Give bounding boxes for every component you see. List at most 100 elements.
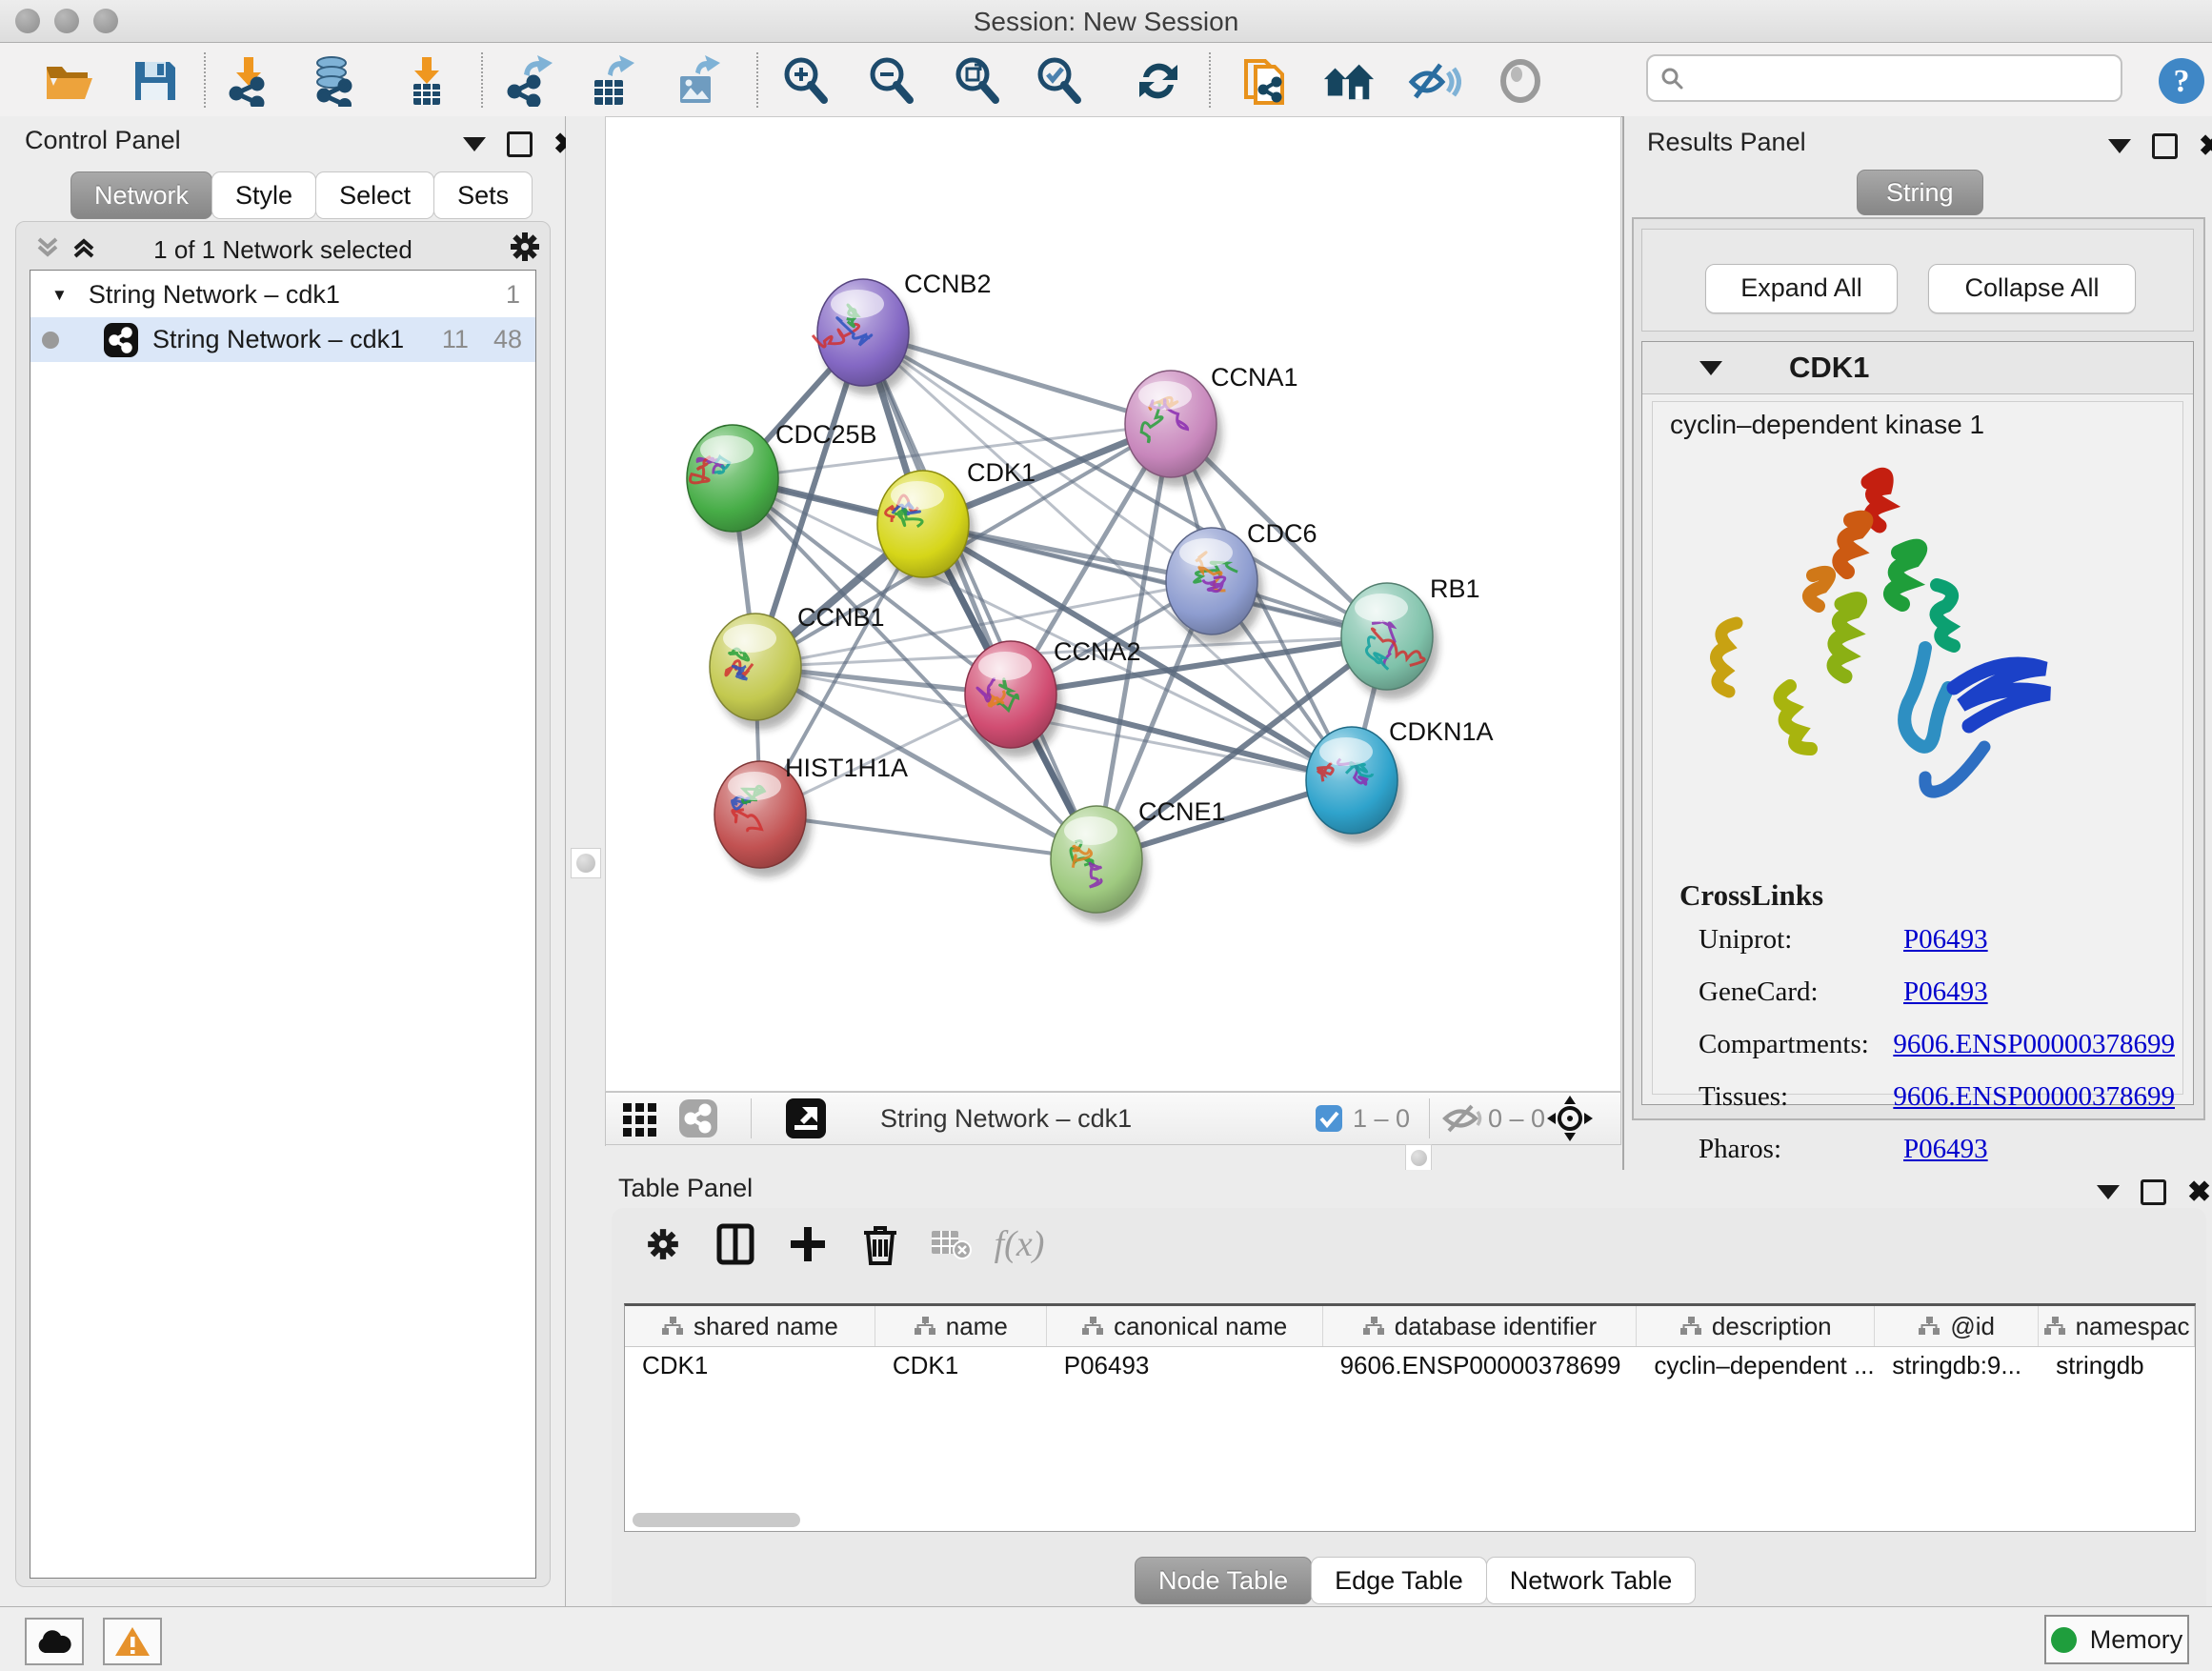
- node-CDC25B[interactable]: CDC25B: [687, 420, 877, 541]
- node-CDKN1A[interactable]: CDKN1A: [1306, 717, 1494, 843]
- maximize-panel-icon[interactable]: [2141, 1179, 2166, 1205]
- protein-structure-image: [1699, 461, 2099, 842]
- left-splitter[interactable]: [566, 116, 606, 1170]
- cell-shared-name[interactable]: CDK1: [625, 1351, 875, 1380]
- node-label-CCNA2: CCNA2: [1054, 637, 1141, 666]
- column-header-@id[interactable]: @id: [1875, 1306, 2039, 1346]
- column-header-canonical-name[interactable]: canonical name: [1047, 1306, 1323, 1346]
- tab-string[interactable]: String: [1857, 170, 1983, 215]
- node-CDK1[interactable]: CDK1: [877, 458, 1036, 587]
- collapse-all-button[interactable]: Collapse All: [1928, 264, 2136, 313]
- network-canvas[interactable]: CCNB2CCNA1CDC25BCDK1CDC6RB1CCNB1CCNA2CDK…: [605, 116, 1621, 1092]
- tab-network[interactable]: Network: [70, 171, 212, 219]
- detach-view-icon[interactable]: [785, 1093, 827, 1144]
- import-network-icon[interactable]: [221, 54, 274, 108]
- cell-database-identifier[interactable]: 9606.ENSP00000378699: [1323, 1351, 1638, 1380]
- section-collapse-icon[interactable]: [1699, 361, 1722, 375]
- horizontal-splitter-handle[interactable]: [1405, 1144, 1432, 1171]
- hide-selection-icon[interactable]: [1408, 54, 1461, 108]
- network-options-gear-icon[interactable]: [508, 230, 542, 264]
- node-RB1[interactable]: RB1: [1341, 574, 1480, 699]
- cell-@id[interactable]: stringdb:9...: [1875, 1351, 2039, 1380]
- node-CCNB2[interactable]: CCNB2: [813, 270, 991, 395]
- birds-eye-crosshair-icon[interactable]: [1547, 1093, 1593, 1144]
- network-selection-summary: 1 of 1 Network selected: [16, 235, 550, 265]
- show-columns-icon[interactable]: [707, 1219, 764, 1269]
- crosslink-value[interactable]: 9606.ENSP00000378699: [1893, 1081, 2175, 1113]
- network-row-selected[interactable]: String Network – cdk1 11 48: [30, 317, 535, 362]
- column-header-name[interactable]: name: [875, 1306, 1047, 1346]
- float-panel-icon[interactable]: [2108, 139, 2131, 153]
- close-panel-icon[interactable]: ✖: [2199, 137, 2212, 156]
- crosslink-value[interactable]: P06493: [1903, 924, 1988, 956]
- export-image-icon[interactable]: [671, 54, 724, 108]
- cell-name[interactable]: CDK1: [875, 1351, 1047, 1380]
- import-table-icon[interactable]: [400, 54, 453, 108]
- cdk1-section-header[interactable]: CDK1: [1642, 342, 2193, 394]
- cell-canonical-name[interactable]: P06493: [1047, 1351, 1323, 1380]
- float-panel-icon[interactable]: [2097, 1185, 2120, 1199]
- title-bar: Session: New Session: [0, 0, 2212, 43]
- export-table-icon[interactable]: [585, 54, 638, 108]
- crosslink-value[interactable]: P06493: [1903, 1134, 1988, 1165]
- export-network-icon[interactable]: [503, 54, 556, 108]
- column-header-namespac[interactable]: namespac: [2039, 1306, 2195, 1346]
- tab-select[interactable]: Select: [315, 171, 434, 219]
- crosslink-value[interactable]: P06493: [1903, 976, 1988, 1008]
- tab-style[interactable]: Style: [211, 171, 316, 219]
- clone-network-icon[interactable]: [1238, 54, 1292, 108]
- tab-node-table[interactable]: Node Table: [1135, 1557, 1312, 1604]
- home-networks-icon[interactable]: [1322, 54, 1376, 108]
- table-hscrollbar[interactable]: [633, 1513, 800, 1527]
- left-splitter-handle[interactable]: [571, 848, 601, 878]
- zoom-in-icon[interactable]: [779, 54, 833, 108]
- search-input[interactable]: [1646, 54, 2122, 102]
- maximize-panel-icon[interactable]: [507, 131, 533, 157]
- help-icon[interactable]: ?: [2155, 54, 2208, 108]
- crosslink-value[interactable]: 9606.ENSP00000378699: [1893, 1029, 2175, 1060]
- cell-namespac[interactable]: stringdb: [2039, 1351, 2195, 1380]
- cell-description[interactable]: cyclin–dependent ...: [1637, 1351, 1875, 1380]
- string-view-icon[interactable]: [678, 1093, 718, 1144]
- import-database-icon[interactable]: [307, 54, 360, 108]
- zoom-selected-icon[interactable]: [1033, 54, 1086, 108]
- node-label-CCNB2: CCNB2: [904, 270, 992, 298]
- tab-network-table[interactable]: Network Table: [1486, 1557, 1697, 1604]
- node-CCNB1[interactable]: CCNB1: [710, 603, 885, 730]
- node-table[interactable]: shared namenamecanonical namedatabase id…: [624, 1303, 2196, 1532]
- refresh-icon[interactable]: [1132, 54, 1185, 108]
- cloud-button[interactable]: [25, 1618, 84, 1665]
- tree-expand-icon[interactable]: ▼: [51, 286, 68, 305]
- save-icon[interactable]: [128, 54, 181, 108]
- tab-edge-table[interactable]: Edge Table: [1311, 1557, 1487, 1604]
- show-selection-icon[interactable]: [1494, 54, 1547, 108]
- maximize-panel-icon[interactable]: [2152, 133, 2178, 159]
- node-HIST1H1A[interactable]: HIST1H1A: [714, 754, 908, 877]
- zoom-fit-icon[interactable]: [951, 54, 1004, 108]
- zoom-out-icon[interactable]: [865, 54, 918, 108]
- node-CCNA1[interactable]: CCNA1: [1125, 363, 1298, 487]
- memory-button[interactable]: Memory: [2044, 1615, 2189, 1664]
- grid-view-icon[interactable]: [621, 1093, 659, 1144]
- delete-column-icon[interactable]: [852, 1219, 909, 1269]
- node-CCNE1[interactable]: CCNE1: [1051, 797, 1226, 922]
- add-column-icon[interactable]: [779, 1219, 836, 1269]
- node-label-CCNE1: CCNE1: [1138, 797, 1226, 826]
- network-tab-content: 1 of 1 Network selected ▼ String Network…: [15, 221, 551, 1587]
- open-folder-icon[interactable]: [42, 54, 95, 108]
- warnings-button[interactable]: [103, 1618, 162, 1665]
- tab-sets[interactable]: Sets: [433, 171, 533, 219]
- column-header-shared-name[interactable]: shared name: [625, 1306, 875, 1346]
- table-row[interactable]: CDK1CDK1P064939606.ENSP00000378699cyclin…: [625, 1347, 2195, 1383]
- node-label-CDKN1A: CDKN1A: [1389, 717, 1494, 746]
- column-header-database-identifier[interactable]: database identifier: [1323, 1306, 1638, 1346]
- column-header-description[interactable]: description: [1637, 1306, 1875, 1346]
- float-panel-icon[interactable]: [463, 137, 486, 151]
- selected-checkbox-icon[interactable]: [1315, 1093, 1343, 1144]
- close-panel-icon[interactable]: ✖: [2187, 1183, 2211, 1202]
- horizontal-splitter[interactable]: [605, 1146, 1621, 1170]
- table-gear-icon[interactable]: [634, 1219, 692, 1269]
- node-CCNA2[interactable]: CCNA2: [965, 637, 1141, 757]
- network-collection-row[interactable]: ▼ String Network – cdk1 1: [30, 272, 535, 317]
- expand-all-button[interactable]: Expand All: [1705, 264, 1898, 313]
